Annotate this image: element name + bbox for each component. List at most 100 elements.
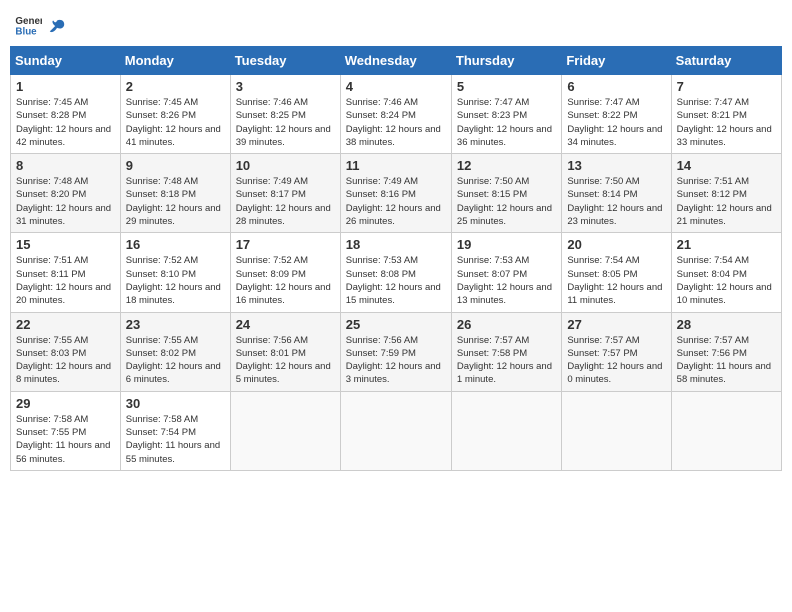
logo: General Blue xyxy=(14,10,66,38)
calendar-cell: 1 Sunrise: 7:45 AMSunset: 8:28 PMDayligh… xyxy=(11,75,121,154)
calendar-week-row: 8 Sunrise: 7:48 AMSunset: 8:20 PMDayligh… xyxy=(11,154,782,233)
day-number: 29 xyxy=(16,396,115,411)
day-info: Sunrise: 7:45 AMSunset: 8:28 PMDaylight:… xyxy=(16,96,115,149)
calendar-cell: 8 Sunrise: 7:48 AMSunset: 8:20 PMDayligh… xyxy=(11,154,121,233)
day-info: Sunrise: 7:49 AMSunset: 8:16 PMDaylight:… xyxy=(346,175,446,228)
day-info: Sunrise: 7:53 AMSunset: 8:08 PMDaylight:… xyxy=(346,254,446,307)
calendar-cell: 29 Sunrise: 7:58 AMSunset: 7:55 PMDaylig… xyxy=(11,391,121,470)
logo-icon: General Blue xyxy=(14,10,42,38)
calendar-week-row: 1 Sunrise: 7:45 AMSunset: 8:28 PMDayligh… xyxy=(11,75,782,154)
day-number: 3 xyxy=(236,79,335,94)
day-number: 14 xyxy=(677,158,776,173)
day-number: 10 xyxy=(236,158,335,173)
day-info: Sunrise: 7:51 AMSunset: 8:12 PMDaylight:… xyxy=(677,175,776,228)
svg-text:Blue: Blue xyxy=(15,27,37,38)
day-number: 19 xyxy=(457,237,556,252)
calendar-cell: 21 Sunrise: 7:54 AMSunset: 8:04 PMDaylig… xyxy=(671,233,781,312)
calendar-cell: 12 Sunrise: 7:50 AMSunset: 8:15 PMDaylig… xyxy=(451,154,561,233)
calendar-cell: 13 Sunrise: 7:50 AMSunset: 8:14 PMDaylig… xyxy=(562,154,671,233)
day-info: Sunrise: 7:50 AMSunset: 8:14 PMDaylight:… xyxy=(567,175,665,228)
day-number: 24 xyxy=(236,317,335,332)
calendar-cell: 28 Sunrise: 7:57 AMSunset: 7:56 PMDaylig… xyxy=(671,312,781,391)
day-number: 11 xyxy=(346,158,446,173)
calendar-cell: 27 Sunrise: 7:57 AMSunset: 7:57 PMDaylig… xyxy=(562,312,671,391)
calendar-cell: 17 Sunrise: 7:52 AMSunset: 8:09 PMDaylig… xyxy=(230,233,340,312)
calendar-header-thursday: Thursday xyxy=(451,47,561,75)
day-number: 12 xyxy=(457,158,556,173)
calendar-cell: 30 Sunrise: 7:58 AMSunset: 7:54 PMDaylig… xyxy=(120,391,230,470)
calendar-cell: 5 Sunrise: 7:47 AMSunset: 8:23 PMDayligh… xyxy=(451,75,561,154)
day-number: 15 xyxy=(16,237,115,252)
calendar-cell: 25 Sunrise: 7:56 AMSunset: 7:59 PMDaylig… xyxy=(340,312,451,391)
calendar-table: SundayMondayTuesdayWednesdayThursdayFrid… xyxy=(10,46,782,471)
calendar-week-row: 22 Sunrise: 7:55 AMSunset: 8:03 PMDaylig… xyxy=(11,312,782,391)
calendar-cell xyxy=(230,391,340,470)
day-number: 26 xyxy=(457,317,556,332)
day-info: Sunrise: 7:55 AMSunset: 8:02 PMDaylight:… xyxy=(126,334,225,387)
day-info: Sunrise: 7:58 AMSunset: 7:54 PMDaylight:… xyxy=(126,413,225,466)
day-info: Sunrise: 7:48 AMSunset: 8:18 PMDaylight:… xyxy=(126,175,225,228)
calendar-cell: 22 Sunrise: 7:55 AMSunset: 8:03 PMDaylig… xyxy=(11,312,121,391)
calendar-cell: 9 Sunrise: 7:48 AMSunset: 8:18 PMDayligh… xyxy=(120,154,230,233)
calendar-cell: 7 Sunrise: 7:47 AMSunset: 8:21 PMDayligh… xyxy=(671,75,781,154)
calendar-cell xyxy=(340,391,451,470)
day-info: Sunrise: 7:54 AMSunset: 8:05 PMDaylight:… xyxy=(567,254,665,307)
calendar-cell: 18 Sunrise: 7:53 AMSunset: 8:08 PMDaylig… xyxy=(340,233,451,312)
calendar-cell: 6 Sunrise: 7:47 AMSunset: 8:22 PMDayligh… xyxy=(562,75,671,154)
day-info: Sunrise: 7:46 AMSunset: 8:24 PMDaylight:… xyxy=(346,96,446,149)
calendar-header-tuesday: Tuesday xyxy=(230,47,340,75)
calendar-cell: 11 Sunrise: 7:49 AMSunset: 8:16 PMDaylig… xyxy=(340,154,451,233)
day-number: 5 xyxy=(457,79,556,94)
day-number: 25 xyxy=(346,317,446,332)
calendar-cell xyxy=(671,391,781,470)
day-number: 8 xyxy=(16,158,115,173)
calendar-cell: 2 Sunrise: 7:45 AMSunset: 8:26 PMDayligh… xyxy=(120,75,230,154)
day-number: 27 xyxy=(567,317,665,332)
logo-bird-icon xyxy=(48,17,66,35)
day-info: Sunrise: 7:52 AMSunset: 8:09 PMDaylight:… xyxy=(236,254,335,307)
day-number: 7 xyxy=(677,79,776,94)
day-info: Sunrise: 7:56 AMSunset: 8:01 PMDaylight:… xyxy=(236,334,335,387)
day-info: Sunrise: 7:47 AMSunset: 8:23 PMDaylight:… xyxy=(457,96,556,149)
calendar-cell: 24 Sunrise: 7:56 AMSunset: 8:01 PMDaylig… xyxy=(230,312,340,391)
day-info: Sunrise: 7:46 AMSunset: 8:25 PMDaylight:… xyxy=(236,96,335,149)
day-info: Sunrise: 7:50 AMSunset: 8:15 PMDaylight:… xyxy=(457,175,556,228)
calendar-cell xyxy=(562,391,671,470)
calendar-week-row: 29 Sunrise: 7:58 AMSunset: 7:55 PMDaylig… xyxy=(11,391,782,470)
day-number: 28 xyxy=(677,317,776,332)
day-info: Sunrise: 7:57 AMSunset: 7:58 PMDaylight:… xyxy=(457,334,556,387)
day-number: 1 xyxy=(16,79,115,94)
day-number: 17 xyxy=(236,237,335,252)
calendar-header-wednesday: Wednesday xyxy=(340,47,451,75)
day-info: Sunrise: 7:48 AMSunset: 8:20 PMDaylight:… xyxy=(16,175,115,228)
calendar-cell: 3 Sunrise: 7:46 AMSunset: 8:25 PMDayligh… xyxy=(230,75,340,154)
day-info: Sunrise: 7:49 AMSunset: 8:17 PMDaylight:… xyxy=(236,175,335,228)
day-number: 20 xyxy=(567,237,665,252)
day-info: Sunrise: 7:54 AMSunset: 8:04 PMDaylight:… xyxy=(677,254,776,307)
calendar-cell: 16 Sunrise: 7:52 AMSunset: 8:10 PMDaylig… xyxy=(120,233,230,312)
day-info: Sunrise: 7:57 AMSunset: 7:56 PMDaylight:… xyxy=(677,334,776,387)
calendar-header-row: SundayMondayTuesdayWednesdayThursdayFrid… xyxy=(11,47,782,75)
day-number: 6 xyxy=(567,79,665,94)
calendar-cell: 10 Sunrise: 7:49 AMSunset: 8:17 PMDaylig… xyxy=(230,154,340,233)
calendar-cell: 23 Sunrise: 7:55 AMSunset: 8:02 PMDaylig… xyxy=(120,312,230,391)
page-header: General Blue xyxy=(10,10,782,38)
calendar-header-friday: Friday xyxy=(562,47,671,75)
day-info: Sunrise: 7:58 AMSunset: 7:55 PMDaylight:… xyxy=(16,413,115,466)
day-info: Sunrise: 7:55 AMSunset: 8:03 PMDaylight:… xyxy=(16,334,115,387)
calendar-cell: 14 Sunrise: 7:51 AMSunset: 8:12 PMDaylig… xyxy=(671,154,781,233)
day-number: 4 xyxy=(346,79,446,94)
svg-text:General: General xyxy=(15,16,42,27)
calendar-cell: 4 Sunrise: 7:46 AMSunset: 8:24 PMDayligh… xyxy=(340,75,451,154)
calendar-cell xyxy=(451,391,561,470)
day-info: Sunrise: 7:57 AMSunset: 7:57 PMDaylight:… xyxy=(567,334,665,387)
day-number: 23 xyxy=(126,317,225,332)
day-info: Sunrise: 7:47 AMSunset: 8:22 PMDaylight:… xyxy=(567,96,665,149)
day-info: Sunrise: 7:45 AMSunset: 8:26 PMDaylight:… xyxy=(126,96,225,149)
day-number: 18 xyxy=(346,237,446,252)
day-info: Sunrise: 7:51 AMSunset: 8:11 PMDaylight:… xyxy=(16,254,115,307)
calendar-header-sunday: Sunday xyxy=(11,47,121,75)
day-number: 9 xyxy=(126,158,225,173)
calendar-cell: 26 Sunrise: 7:57 AMSunset: 7:58 PMDaylig… xyxy=(451,312,561,391)
calendar-header-monday: Monday xyxy=(120,47,230,75)
